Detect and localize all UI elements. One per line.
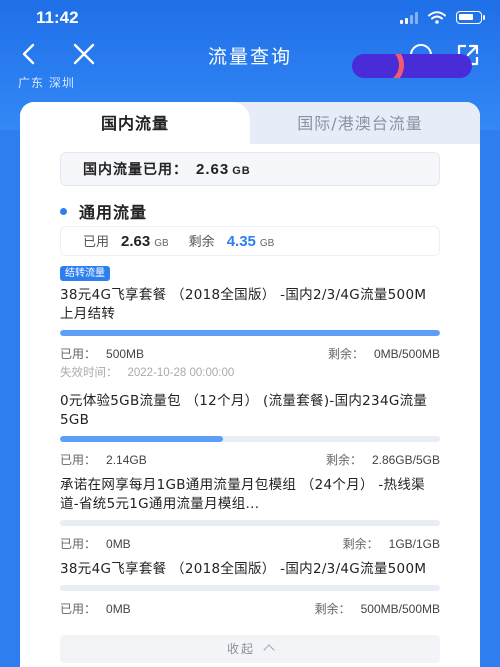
wifi-icon xyxy=(428,11,446,24)
package-remain-value: 0MB/500MB xyxy=(373,347,440,361)
package-item[interactable]: 38元4G飞享套餐 （2018全国版） -国内2/3/4G流量500M 已用： 0… xyxy=(60,560,440,617)
tab-international[interactable]: 国际/港澳台流量 xyxy=(240,102,480,144)
collapse-label: 收起 xyxy=(226,642,255,656)
package-item[interactable]: 承诺在网享每月1GB通用流量月包模组 （24个月） -热线渠道-省统5元1G通用… xyxy=(60,476,440,552)
remain-unit: GB xyxy=(259,238,275,249)
package-used-value: 0MB xyxy=(106,602,131,616)
package-usage-row: 已用： 2.14GB 剩余： 2.86GB/5GB xyxy=(60,448,440,468)
package-remain-value: 500MB/500MB xyxy=(360,602,440,616)
domestic-usage-summary: 国内流量已用： 2.63 GB xyxy=(60,152,440,186)
general-usage-box: 已用 2.63 GB 剩余 4.35 GB xyxy=(60,226,440,256)
package-progress-bar xyxy=(60,520,440,526)
expire-value: 2022-10-28 00:00:00 xyxy=(127,367,235,379)
package-progress-bar xyxy=(60,436,440,442)
section-dot-icon xyxy=(60,208,67,215)
summary-value: 2.63 xyxy=(196,161,230,178)
banner-decoration xyxy=(352,54,472,78)
battery-icon xyxy=(456,11,485,24)
package-remain-label: 剩余： xyxy=(327,347,364,361)
package-name: 38元4G飞享套餐 （2018全国版） -国内2/3/4G流量500M xyxy=(60,561,427,577)
package-name: 38元4G飞享套餐 （2018全国版） -国内2/3/4G流量500M上月结转 xyxy=(60,287,427,322)
used-unit: GB xyxy=(154,238,169,249)
package-remain-value: 2.86GB/5GB xyxy=(371,453,440,467)
package-progress-fill xyxy=(60,436,224,442)
package-progress-bar xyxy=(60,330,440,336)
expire-label: 失效时间： xyxy=(60,365,118,379)
general-traffic-heading: 通用流量 xyxy=(60,199,147,223)
package-expire-row: 失效时间： 2022-10-28 00:00:00 xyxy=(60,364,440,380)
package-usage-row: 已用： 500MB 剩余： 0MB/500MB xyxy=(60,342,440,362)
chevron-up-icon xyxy=(263,644,275,656)
package-name: 0元体验5GB流量包 （12个月） (流量套餐)-国内234G流量5GB xyxy=(60,393,428,428)
collapse-button[interactable]: 收起 xyxy=(60,635,440,663)
status-time: 11:42 xyxy=(36,8,79,27)
used-value: 2.63 xyxy=(121,233,151,250)
status-bar: 11:42 xyxy=(0,6,500,32)
package-used-value: 2.14GB xyxy=(106,453,147,467)
package-item[interactable]: 0元体验5GB流量包 （12个月） (流量套餐)-国内234G流量5GB 已用：… xyxy=(60,392,440,468)
general-traffic-title: 通用流量 xyxy=(79,203,148,222)
used-label: 已用 xyxy=(83,235,110,250)
package-usage-row: 已用： 0MB 剩余： 1GB/1GB xyxy=(60,532,440,552)
package-item[interactable]: 38元4G飞享套餐 （2018全国版） -国内2/3/4G流量500M上月结转 … xyxy=(60,286,440,380)
remain-value: 4.35 xyxy=(226,233,256,250)
summary-unit: GB xyxy=(232,165,251,177)
tab-domestic[interactable]: 国内流量 xyxy=(20,102,250,144)
package-name: 承诺在网享每月1GB通用流量月包模组 （24个月） -热线渠道-省统5元1G通用… xyxy=(60,477,425,512)
package-used-value: 500MB xyxy=(106,347,145,361)
package-remain-value: 1GB/1GB xyxy=(388,537,440,551)
summary-label: 国内流量已用： xyxy=(83,162,188,178)
package-used-label: 已用： xyxy=(60,537,97,551)
package-remain-label: 剩余： xyxy=(325,453,362,467)
package-progress-fill xyxy=(60,330,440,336)
signal-icon xyxy=(400,11,418,24)
package-used-label: 已用： xyxy=(60,602,97,616)
package-used-label: 已用： xyxy=(60,453,97,467)
location-label[interactable]: 广东 深圳 xyxy=(18,74,75,91)
carryover-tag: 结转流量 xyxy=(60,266,110,281)
package-progress-bar xyxy=(60,585,440,591)
package-used-label: 已用： xyxy=(60,347,97,361)
status-icons xyxy=(400,11,485,24)
traffic-card: 国际/港澳台流量 国内流量 国内流量已用： 2.63 GB 通用流量 已用 2.63 G… xyxy=(20,102,480,667)
package-remain-label: 剩余： xyxy=(314,602,351,616)
package-used-value: 0MB xyxy=(106,537,131,551)
package-usage-row: 已用： 0MB 剩余： 500MB/500MB xyxy=(60,597,440,617)
remain-label: 剩余 xyxy=(188,235,215,250)
tab-bar: 国际/港澳台流量 国内流量 xyxy=(20,102,480,144)
package-remain-label: 剩余： xyxy=(342,537,379,551)
